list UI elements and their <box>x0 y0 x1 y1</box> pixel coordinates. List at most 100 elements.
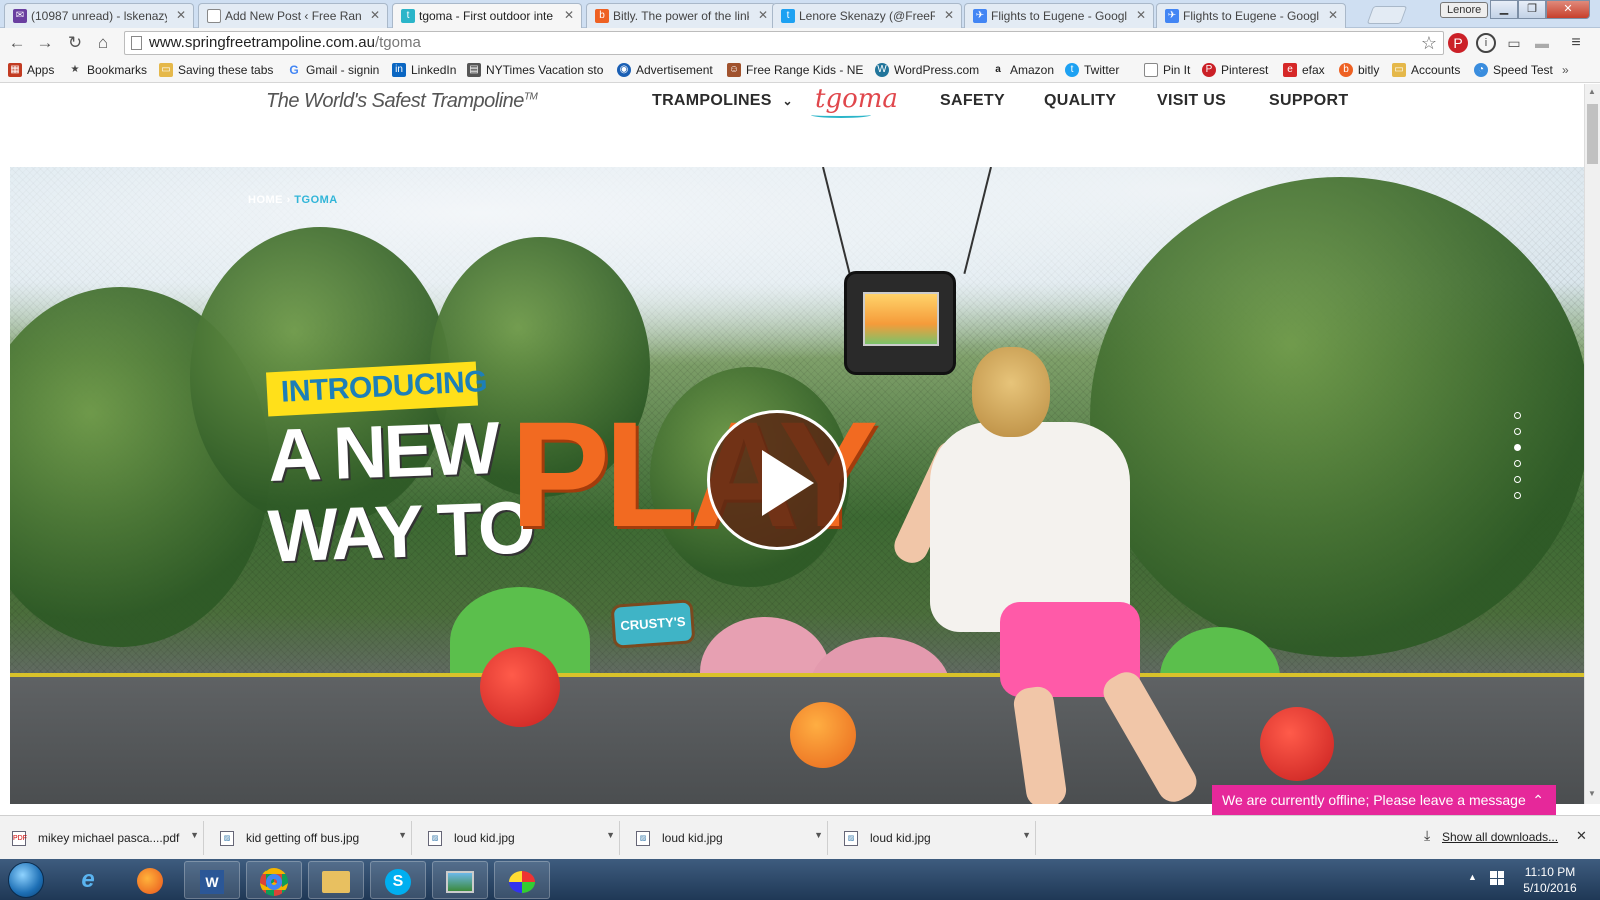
menu-icon[interactable]: ≡ <box>1566 33 1586 53</box>
cast-icon[interactable]: ▭ <box>1504 33 1524 53</box>
video-play-button[interactable] <box>707 410 847 550</box>
caret-down-icon[interactable]: ▼ <box>814 818 823 852</box>
tab-bitly[interactable]: b Bitly. The power of the link ✕ <box>586 3 776 28</box>
bookmark-speed-test[interactable]: ◔ Speed Test <box>1474 63 1553 77</box>
maximize-button[interactable]: ❐ <box>1518 0 1546 19</box>
close-icon[interactable]: ✕ <box>758 8 768 22</box>
bookmark-saving-tabs[interactable]: ▭ Saving these tabs <box>159 63 273 77</box>
bookmark-apps[interactable]: ▦ Apps <box>8 63 54 77</box>
paint-icon[interactable] <box>494 861 550 899</box>
tab-twitter[interactable]: t Lenore Skenazy (@FreeRa ✕ <box>772 3 962 28</box>
home-button[interactable]: ⌂ <box>92 32 114 54</box>
scroll-thumb[interactable] <box>1587 104 1598 164</box>
bookmark-free-range-kids[interactable]: ☺ Free Range Kids - NE <box>727 63 863 77</box>
pinterest-extension-icon[interactable]: P <box>1448 33 1468 53</box>
nav-safety[interactable]: SAFETY <box>940 92 1005 110</box>
firefox-icon[interactable] <box>122 861 178 899</box>
tgoma-logo[interactable]: tgoma <box>811 84 898 118</box>
close-icon[interactable]: ✕ <box>176 8 186 22</box>
bookmark-linkedin[interactable]: in LinkedIn <box>392 63 456 77</box>
offline-chat-bar[interactable]: We are currently offline; Please leave a… <box>1212 785 1556 815</box>
profile-button[interactable]: Lenore <box>1440 2 1489 18</box>
bookmark-advertisement[interactable]: ◉ Advertisement <box>617 63 713 77</box>
download-item[interactable]: ▨ kid getting off bus.jpg ▼ <box>208 821 412 855</box>
chrome-icon[interactable] <box>246 861 302 899</box>
close-icon[interactable]: ✕ <box>1136 8 1146 22</box>
caret-down-icon[interactable]: ▼ <box>398 818 407 852</box>
extension-icon[interactable]: ▬ <box>1532 33 1552 53</box>
bookmark-pin-it[interactable]: Pin It <box>1144 63 1190 77</box>
download-item[interactable]: ▨ loud kid.jpg ▼ <box>416 821 620 855</box>
bookmark-wordpress[interactable]: W WordPress.com <box>875 63 979 77</box>
slider-dot[interactable] <box>1514 460 1521 467</box>
document-icon <box>207 9 221 23</box>
bookmark-nytimes[interactable]: ▤ NYTimes Vacation sto <box>467 63 603 77</box>
tab-flights-1[interactable]: ✈ Flights to Eugene - Googl ✕ <box>964 3 1154 28</box>
download-item[interactable]: ▨ loud kid.jpg ▼ <box>832 821 1036 855</box>
minimize-button[interactable]: ▁ <box>1490 0 1518 19</box>
bookmark-accounts[interactable]: ▭ Accounts <box>1392 63 1460 77</box>
caret-down-icon[interactable]: ▼ <box>606 818 615 852</box>
site-tagline[interactable]: The World's Safest TrampolineTM <box>266 90 538 113</box>
start-button[interactable] <box>8 862 44 898</box>
nav-visit-us[interactable]: VISIT US <box>1157 92 1226 110</box>
bookmarks-overflow-button[interactable]: » <box>1562 63 1569 77</box>
bookmark-efax[interactable]: e efax <box>1283 63 1325 77</box>
bookmark-pinterest[interactable]: P Pinterest <box>1202 63 1268 77</box>
twitter-icon: t <box>781 9 795 23</box>
bookmark-gmail[interactable]: G Gmail - signin <box>287 63 379 77</box>
close-icon[interactable]: ✕ <box>944 8 954 22</box>
slider-dot[interactable] <box>1514 476 1521 483</box>
bookmark-bookmarks[interactable]: ★ Bookmarks <box>68 63 148 77</box>
caret-down-icon[interactable]: ▼ <box>1022 818 1031 852</box>
info-extension-icon[interactable]: i <box>1476 33 1496 53</box>
bookmark-amazon[interactable]: a Amazon <box>991 63 1054 77</box>
close-icon[interactable]: ✕ <box>1576 828 1587 844</box>
scroll-up-arrow-icon[interactable]: ▲ <box>1588 87 1596 96</box>
reload-button[interactable]: ↻ <box>64 32 86 54</box>
nav-quality[interactable]: QUALITY <box>1044 92 1116 110</box>
bookmark-star-icon[interactable]: ☆ <box>1421 32 1437 54</box>
tab-tgoma[interactable]: t tgoma - First outdoor inte ✕ <box>392 3 582 28</box>
girl-shirt <box>930 422 1130 632</box>
new-tab-button[interactable] <box>1366 6 1408 24</box>
window-close-button[interactable]: ✕ <box>1546 0 1590 19</box>
hero-banner: CRUSTY'S HOME › TGOMA INTRODUCING A NEW … <box>10 167 1584 804</box>
taskbar-clock[interactable]: 11:10 PM 5/10/2016 <box>1510 864 1590 896</box>
close-icon[interactable]: ✕ <box>1328 8 1338 22</box>
download-item[interactable]: PDF mikey michael pasca....pdf ▼ <box>0 821 204 855</box>
tab-flights-2[interactable]: ✈ Flights to Eugene - Googl ✕ <box>1156 3 1346 28</box>
slider-dot[interactable] <box>1514 412 1521 419</box>
page-scrollbar[interactable]: ▲ ▼ <box>1584 84 1600 804</box>
close-icon[interactable]: ✕ <box>370 8 380 22</box>
show-all-downloads-link[interactable]: Show all downloads... <box>1442 830 1558 844</box>
tab-gmail[interactable]: ✉ (10987 unread) - lskenazy ✕ <box>4 3 194 28</box>
bookmark-twitter[interactable]: t Twitter <box>1065 63 1119 77</box>
action-center-icon[interactable] <box>1490 871 1504 885</box>
tray-expand-icon[interactable]: ▲ <box>1468 872 1477 882</box>
word-icon[interactable]: W <box>184 861 240 899</box>
skype-icon[interactable]: S <box>370 861 426 899</box>
internet-explorer-icon[interactable]: e <box>60 861 116 899</box>
slider-dot-active[interactable] <box>1514 444 1521 451</box>
page-viewport: The World's Safest TrampolineTM TRAMPOLI… <box>0 84 1584 804</box>
slider-dot[interactable] <box>1514 492 1521 499</box>
efax-icon: e <box>1283 63 1297 77</box>
address-bar[interactable]: www.springfreetrampoline.com.au/tgoma ☆ <box>124 31 1444 55</box>
tablet-screen <box>863 292 939 346</box>
nav-trampolines[interactable]: TRAMPOLINES ⌄ <box>652 92 793 110</box>
file-explorer-icon[interactable] <box>308 861 364 899</box>
play-icon <box>762 450 814 516</box>
close-icon[interactable]: ✕ <box>564 8 574 22</box>
scroll-down-arrow-icon[interactable]: ▼ <box>1588 789 1596 798</box>
slider-dot[interactable] <box>1514 428 1521 435</box>
nav-support[interactable]: SUPPORT <box>1269 92 1348 110</box>
tab-add-new-post[interactable]: Add New Post ‹ Free Range ✕ <box>198 3 388 28</box>
back-button[interactable]: ← <box>6 32 28 54</box>
download-item[interactable]: ▨ loud kid.jpg ▼ <box>624 821 828 855</box>
breadcrumb-home[interactable]: HOME <box>248 194 283 206</box>
photo-viewer-icon[interactable] <box>432 861 488 899</box>
forward-button[interactable]: → <box>34 32 56 54</box>
bookmark-bitly[interactable]: b bitly <box>1339 63 1379 77</box>
caret-down-icon[interactable]: ▼ <box>190 818 199 852</box>
